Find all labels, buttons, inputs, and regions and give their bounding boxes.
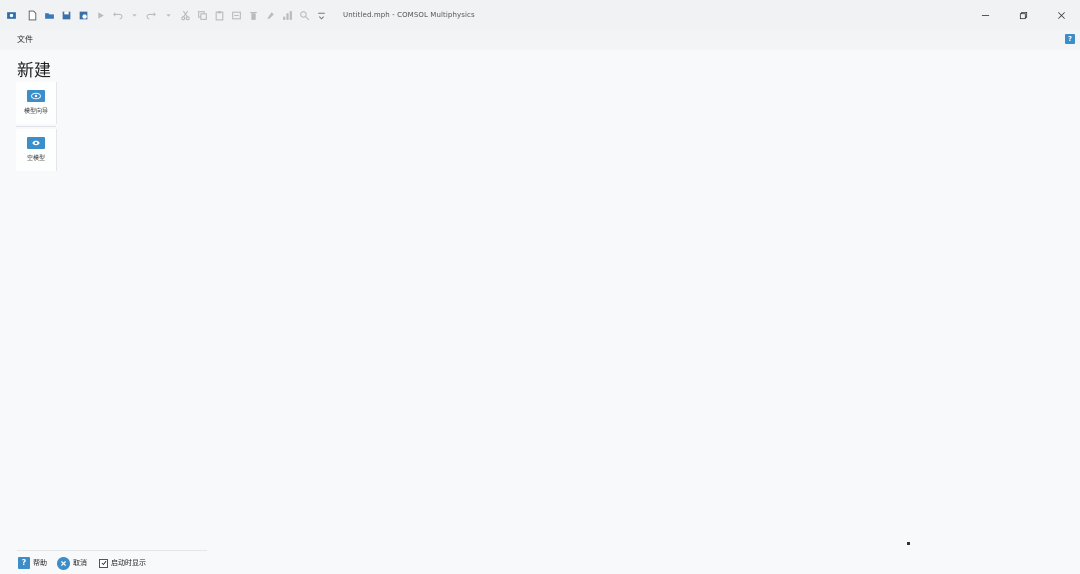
model-wizard-label: 模型向导 (23, 108, 48, 115)
undo-icon[interactable] (110, 8, 125, 23)
cancel-button[interactable]: 取消 (57, 556, 87, 570)
new-icon[interactable] (25, 8, 40, 23)
check-icon (101, 560, 106, 566)
help-button[interactable]: ? 帮助 (18, 557, 47, 569)
compute-icon[interactable] (280, 8, 295, 23)
show-on-startup-label: 启动时显示 (111, 559, 146, 567)
minimize-icon (981, 14, 989, 16)
model-wizard-icon (27, 90, 45, 102)
quick-access-toolbar (4, 0, 331, 30)
close-button[interactable] (1042, 0, 1080, 30)
title-bar: Untitled.mph - COMSOL Multiphysics (0, 0, 1080, 30)
model-wizard-tile[interactable]: 模型向导 (16, 82, 57, 124)
minimize-button[interactable] (966, 0, 1004, 30)
app-icon[interactable] (4, 8, 19, 23)
checkbox-box[interactable] (99, 558, 108, 568)
undo-dropdown-icon[interactable] (127, 8, 142, 23)
zoom-icon[interactable] (297, 8, 312, 23)
restore-button[interactable] (1004, 0, 1042, 30)
window-controls (966, 0, 1080, 30)
status-dot (907, 542, 910, 545)
cancel-icon (57, 556, 70, 570)
cut-icon[interactable] (178, 8, 193, 23)
bottom-bar: ? 帮助 取消 启动时显示 (18, 556, 146, 570)
open-icon[interactable] (42, 8, 57, 23)
run-icon[interactable] (93, 8, 108, 23)
redo-icon[interactable] (144, 8, 159, 23)
tile-divider (16, 126, 56, 127)
question-icon: ? (18, 557, 30, 569)
copy-icon[interactable] (195, 8, 210, 23)
delete-icon[interactable] (246, 8, 261, 23)
redo-dropdown-icon[interactable] (161, 8, 176, 23)
cancel-button-label: 取消 (73, 559, 87, 567)
blank-model-icon (27, 137, 45, 149)
bottom-divider (17, 550, 207, 551)
customize-icon[interactable] (314, 8, 329, 23)
save-as-icon[interactable] (76, 8, 91, 23)
paste-icon[interactable] (212, 8, 227, 23)
build-icon[interactable] (263, 8, 278, 23)
show-on-startup-checkbox[interactable]: 启动时显示 (99, 558, 146, 568)
window-title: Untitled.mph - COMSOL Multiphysics (343, 11, 475, 19)
file-menu[interactable]: 文件 (17, 34, 33, 45)
close-icon (1057, 11, 1065, 19)
help-button-label: 帮助 (33, 559, 47, 567)
save-icon[interactable] (59, 8, 74, 23)
restore-icon (1019, 11, 1027, 19)
help-icon[interactable]: ? (1065, 34, 1075, 44)
blank-model-tile[interactable]: 空模型 (16, 129, 57, 171)
page-title: 新建 (17, 61, 51, 81)
duplicate-icon[interactable] (229, 8, 244, 23)
menu-bar: 文件 ? (0, 30, 1080, 50)
blank-model-label: 空模型 (26, 155, 45, 162)
